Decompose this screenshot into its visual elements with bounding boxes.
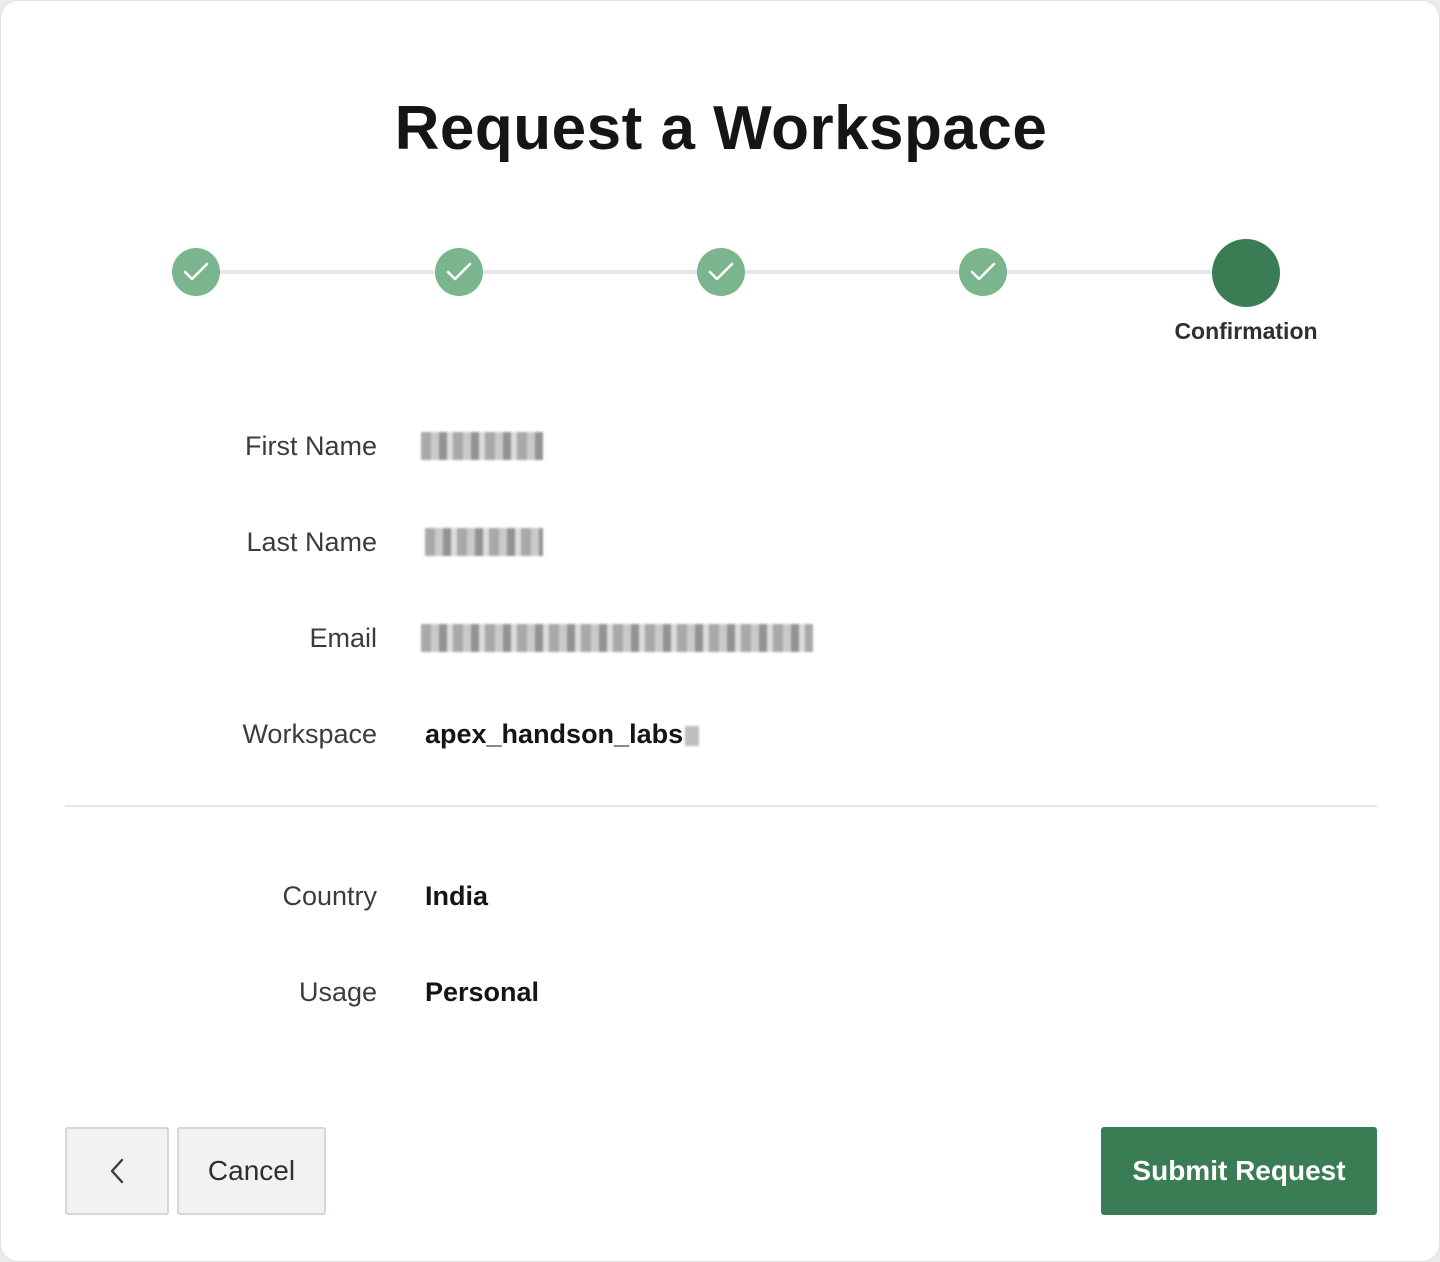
country-value: India [425, 881, 489, 911]
usage-label: Usage [298, 977, 377, 1007]
last-name-label: Last Name [246, 527, 377, 557]
checkmark-icon [970, 262, 996, 281]
country-label: Country [282, 881, 377, 911]
detail-row-country: Country India [1, 876, 1440, 916]
request-workspace-dialog: Request a Workspace Confirmation First N… [0, 0, 1440, 1262]
detail-row-last-name: Last Name [1, 522, 1440, 562]
step-2-completed [435, 248, 483, 296]
section-divider [65, 805, 1377, 807]
chevron-left-icon [110, 1158, 124, 1184]
dialog-title: Request a Workspace [394, 94, 1048, 163]
first-name-label: First Name [244, 431, 377, 461]
checkmark-icon [708, 262, 734, 281]
workspace-value: apex_handson_labs [425, 714, 700, 754]
workspace-label: Workspace [242, 719, 377, 749]
back-button[interactable] [65, 1127, 169, 1215]
step-label-confirmation: Confirmation [1174, 318, 1318, 344]
workspace-value-redacted-tail [685, 725, 700, 746]
step-3-completed [697, 248, 745, 296]
step-5-current [1212, 239, 1280, 307]
submit-request-button[interactable]: Submit Request [1101, 1127, 1377, 1215]
detail-row-email: Email [1, 618, 1440, 658]
email-label: Email [309, 623, 377, 653]
detail-row-workspace: Workspace apex_handson_labs [1, 714, 1440, 754]
detail-row-first-name: First Name [1, 426, 1440, 466]
email-value-redacted [421, 624, 813, 652]
first-name-value-redacted [421, 432, 543, 460]
checkmark-icon [446, 262, 472, 281]
step-4-completed [959, 248, 1007, 296]
usage-value: Personal [425, 977, 540, 1007]
checkmark-icon [183, 262, 209, 281]
detail-row-usage: Usage Personal [1, 972, 1440, 1012]
workspace-value-text: apex_handson_labs [425, 719, 684, 749]
step-1-completed [172, 248, 220, 296]
cancel-button[interactable]: Cancel [177, 1127, 326, 1215]
last-name-value-redacted [425, 528, 543, 556]
